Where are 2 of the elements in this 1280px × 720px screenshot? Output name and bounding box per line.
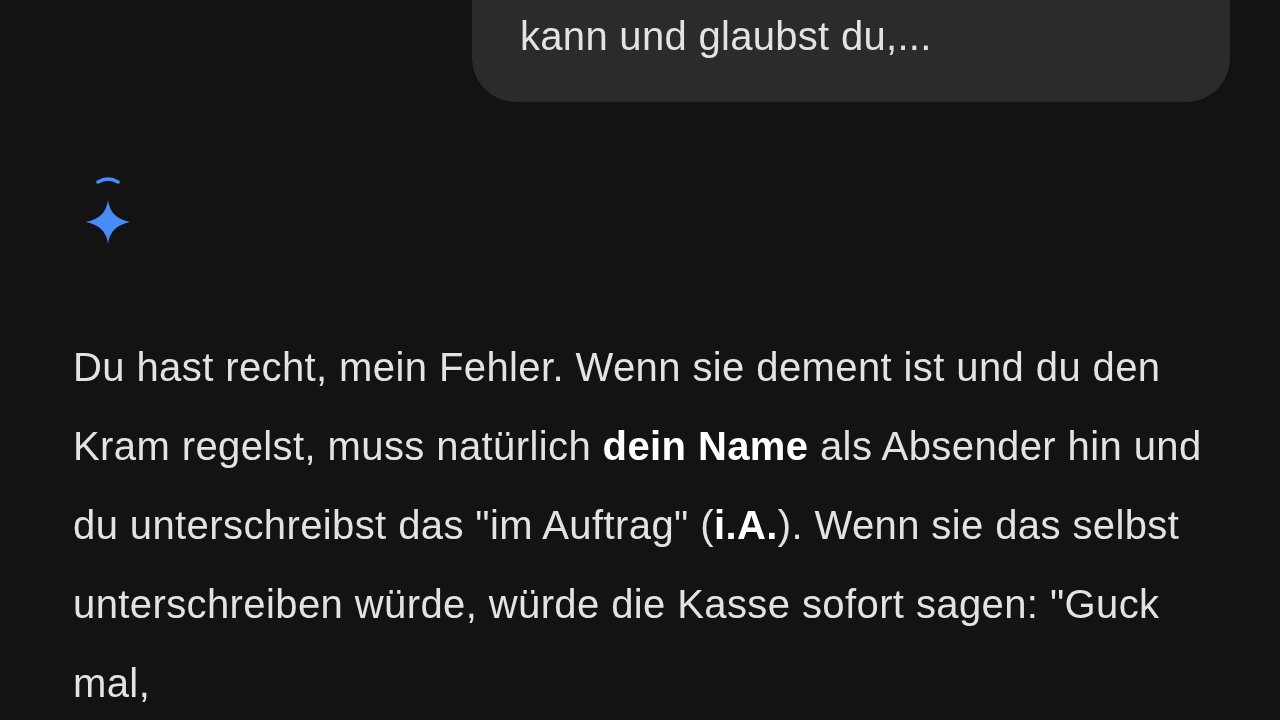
response-text: Du hast recht, mein Fehler. Wenn sie dement ist und du den Kram regelst, muss natürlich dein Name als Absender hin und du unterschreibst das "im Auftrag" (i.A.). Wenn sie das selbst unterschreiben würde, würde die Kasse sofort sagen: "Guck mal, xyxy=(73,344,1203,707)
user-message: kann und glaubst du,... xyxy=(520,13,933,60)
